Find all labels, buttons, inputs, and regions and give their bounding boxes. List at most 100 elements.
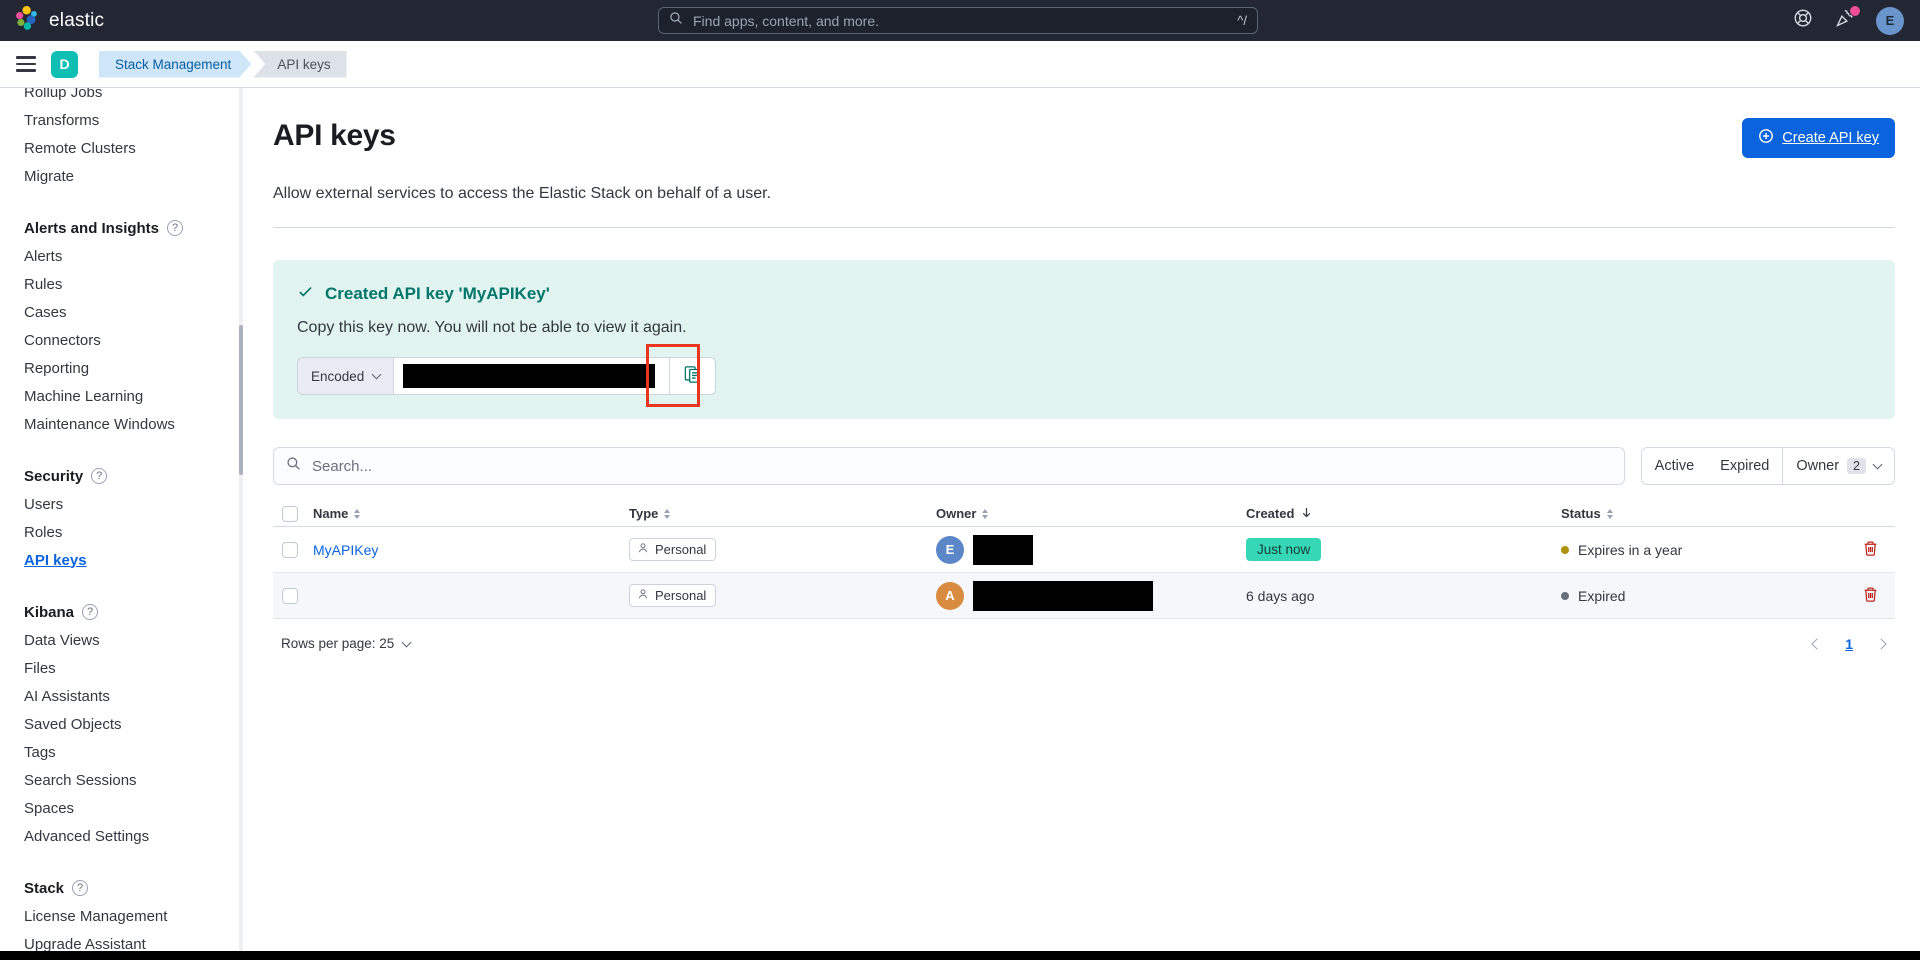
api-key-value-field[interactable]	[394, 358, 669, 394]
sidebar-item-migrate[interactable]: Migrate	[24, 162, 219, 190]
breadcrumb-bar: D Stack Management API keys	[0, 41, 1920, 88]
stack-management-sidebar: Rollup Jobs Transforms Remote Clusters M…	[0, 88, 245, 960]
sidebar-item-remote-clusters[interactable]: Remote Clusters	[24, 134, 219, 162]
sort-descending-icon	[1300, 506, 1313, 522]
column-header-created[interactable]: Created	[1246, 506, 1561, 522]
column-header-owner[interactable]: Owner	[936, 506, 1246, 521]
table-pagination: Rows per page: 25 1	[273, 635, 1895, 652]
api-key-row: MyAPIKey Personal E Just now	[273, 527, 1895, 573]
section-help-icon[interactable]: ?	[167, 220, 183, 236]
column-header-status[interactable]: Status	[1561, 506, 1835, 521]
newsfeed-button[interactable]	[1834, 10, 1856, 32]
previous-page-icon[interactable]	[1812, 638, 1823, 649]
api-key-name-link[interactable]: MyAPIKey	[313, 542, 378, 558]
sidebar-item-alerts[interactable]: Alerts	[24, 242, 219, 270]
global-search-input[interactable]	[691, 12, 1229, 30]
status-dot-icon	[1561, 592, 1569, 600]
sidebar-section-security: Security ?	[24, 462, 219, 490]
sidebar-item-api-keys[interactable]: API keys	[24, 546, 219, 574]
row-checkbox[interactable]	[282, 588, 298, 604]
sidebar-item-rules[interactable]: Rules	[24, 270, 219, 298]
section-help-icon[interactable]: ?	[72, 880, 88, 896]
api-keys-page: API keys Create API key Allow external s…	[245, 88, 1920, 960]
global-search[interactable]: ^/	[658, 7, 1258, 34]
owner-count-badge: 2	[1847, 458, 1866, 474]
brand-text: elastic	[49, 10, 104, 32]
status-text: Expired	[1578, 588, 1625, 604]
search-shortcut-hint: ^/	[1237, 13, 1247, 28]
section-help-icon[interactable]: ?	[91, 468, 107, 484]
sidebar-item-roles[interactable]: Roles	[24, 518, 219, 546]
sidebar-item-users[interactable]: Users	[24, 490, 219, 518]
topbar-actions: E	[1792, 7, 1904, 35]
column-header-type[interactable]: Type	[629, 506, 936, 521]
space-badge[interactable]: D	[51, 51, 78, 78]
user-avatar[interactable]: E	[1876, 7, 1904, 35]
sidebar-item-ai-assistants[interactable]: AI Assistants	[24, 682, 219, 710]
filter-expired-button[interactable]: Expired	[1707, 448, 1782, 484]
sidebar-item-data-views[interactable]: Data Views	[24, 626, 219, 654]
sidebar-item-files[interactable]: Files	[24, 654, 219, 682]
search-icon	[286, 456, 301, 476]
redacted-owner-name	[973, 581, 1153, 611]
trash-icon	[1862, 591, 1879, 606]
menu-toggle-button[interactable]	[16, 56, 36, 72]
sidebar-item-spaces[interactable]: Spaces	[24, 794, 219, 822]
sidebar-item-saved-objects[interactable]: Saved Objects	[24, 710, 219, 738]
copy-api-key-button[interactable]	[669, 358, 715, 394]
breadcrumb-stack-management[interactable]: Stack Management	[99, 51, 251, 78]
breadcrumb: Stack Management API keys	[99, 51, 347, 78]
filter-active-button[interactable]: Active	[1642, 448, 1708, 484]
table-search[interactable]	[273, 447, 1625, 485]
status-text: Expires in a year	[1578, 542, 1682, 558]
create-api-key-button[interactable]: Create API key	[1742, 118, 1895, 158]
page-number-button[interactable]: 1	[1845, 636, 1853, 652]
filter-group: Active Expired Owner 2	[1641, 447, 1895, 485]
life-ring-icon	[1793, 8, 1813, 33]
sidebar-item-license-management[interactable]: License Management	[24, 902, 219, 930]
created-key-callout: Created API key 'MyAPIKey' Copy this key…	[273, 260, 1895, 419]
sidebar-item-machine-learning[interactable]: Machine Learning	[24, 382, 219, 410]
column-header-name[interactable]: Name	[313, 506, 629, 521]
person-icon	[637, 542, 649, 557]
callout-title-text: Created API key 'MyAPIKey'	[325, 284, 550, 304]
top-navigation-bar: elastic ^/	[0, 0, 1920, 41]
sidebar-item-search-sessions[interactable]: Search Sessions	[24, 766, 219, 794]
check-icon	[297, 283, 314, 305]
person-icon	[637, 588, 649, 603]
redacted-api-key	[403, 364, 655, 388]
section-help-icon[interactable]: ?	[82, 604, 98, 620]
row-checkbox[interactable]	[282, 542, 298, 558]
rows-per-page-button[interactable]: Rows per page: 25	[273, 635, 416, 652]
bottom-edge-bar	[0, 951, 1920, 960]
sidebar-item-reporting[interactable]: Reporting	[24, 354, 219, 382]
sort-icon	[354, 509, 360, 519]
sidebar-item-tags[interactable]: Tags	[24, 738, 219, 766]
filter-owner-button[interactable]: Owner 2	[1783, 448, 1894, 484]
elastic-home-link[interactable]: elastic	[14, 5, 104, 36]
chevron-down-icon	[402, 637, 412, 647]
sidebar-scrollbar-thumb[interactable]	[239, 325, 243, 475]
sidebar-section-alerts-and-insights: Alerts and Insights ?	[24, 214, 219, 242]
table-search-input[interactable]	[310, 457, 1612, 476]
sidebar-item-advanced-settings[interactable]: Advanced Settings	[24, 822, 219, 850]
sidebar-item-transforms[interactable]: Transforms	[24, 106, 219, 134]
delete-api-key-button[interactable]	[1860, 584, 1881, 608]
select-all-checkbox[interactable]	[282, 506, 298, 522]
header-divider	[273, 227, 1895, 228]
callout-body-text: Copy this key now. You will not be able …	[297, 319, 1871, 337]
encoding-selector[interactable]: Encoded	[298, 358, 394, 394]
next-page-icon[interactable]	[1875, 638, 1886, 649]
sidebar-section-stack: Stack ?	[24, 874, 219, 902]
trash-icon	[1862, 545, 1879, 560]
search-icon	[669, 11, 683, 30]
sidebar-item-cases[interactable]: Cases	[24, 298, 219, 326]
sidebar-item-connectors[interactable]: Connectors	[24, 326, 219, 354]
delete-api-key-button[interactable]	[1860, 538, 1881, 562]
created-badge: Just now	[1246, 538, 1321, 561]
sidebar-item-rollup-jobs[interactable]: Rollup Jobs	[24, 88, 219, 106]
help-menu-button[interactable]	[1792, 10, 1814, 32]
notification-dot	[1850, 6, 1860, 16]
sidebar-item-maintenance-windows[interactable]: Maintenance Windows	[24, 410, 219, 438]
breadcrumb-api-keys: API keys	[253, 51, 346, 78]
